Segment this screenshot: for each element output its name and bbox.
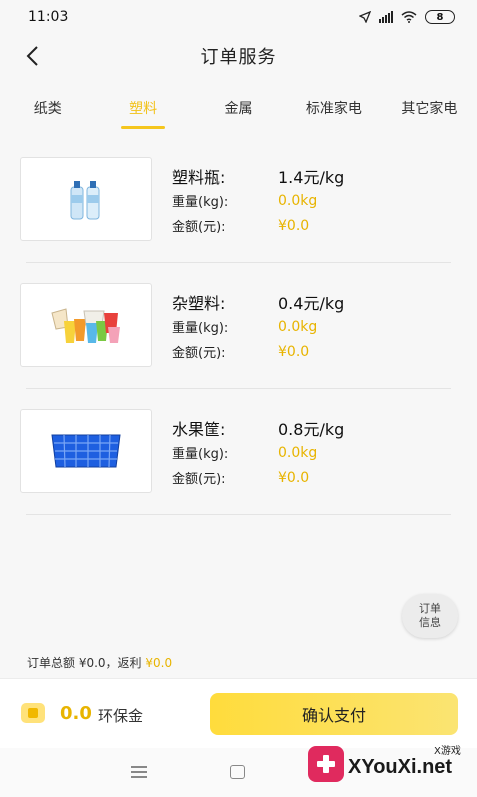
confirm-payment-button[interactable]: 确认支付 bbox=[210, 693, 458, 735]
tab-paper[interactable]: 纸类 bbox=[0, 88, 95, 132]
watermark-site: XYouXi.net bbox=[348, 756, 453, 778]
tab-other-appliances[interactable]: 其它家电 bbox=[382, 88, 477, 132]
gamepad-logo-icon bbox=[308, 746, 344, 782]
page-title: 订单服务 bbox=[200, 47, 277, 68]
blue-fruit-crate-image bbox=[20, 409, 152, 493]
product-item[interactable]: 水果筐: 0.8元/kg 重量(kg): 0.0kg 金额(元): ¥0.0 bbox=[0, 397, 477, 523]
eco-coin-icon bbox=[21, 703, 45, 723]
order-info-line2: 信息 bbox=[419, 616, 441, 629]
product-price: 0.8元/kg bbox=[278, 419, 345, 439]
order-total-text: 订单总额 ¥0.0，返利 bbox=[27, 656, 146, 670]
tab-plastic[interactable]: 塑料 bbox=[95, 88, 190, 132]
divider bbox=[26, 388, 451, 389]
signal-icon bbox=[379, 11, 393, 23]
plastic-bottles-image bbox=[20, 157, 152, 241]
home-icon[interactable] bbox=[230, 765, 245, 779]
category-tabs: 纸类 塑料 金属 标准家电 其它家电 bbox=[0, 88, 477, 132]
weight-label: 重量(kg): bbox=[172, 447, 229, 462]
chevron-left-icon bbox=[26, 46, 38, 66]
amount-label: 金额(元): bbox=[172, 472, 226, 487]
weight-value: 0.0kg bbox=[278, 444, 318, 461]
order-summary: 订单总额 ¥0.0，返利 ¥0.0 bbox=[27, 654, 172, 671]
battery-icon: 8 bbox=[425, 10, 455, 24]
weight-label: 重量(kg): bbox=[172, 195, 229, 210]
watermark-sub: X游戏 bbox=[434, 746, 461, 757]
amount-label: 金额(元): bbox=[172, 346, 226, 361]
tab-metal[interactable]: 金属 bbox=[191, 88, 286, 132]
status-bar: 11:03 8 bbox=[0, 0, 477, 34]
divider bbox=[26, 262, 451, 263]
eco-deposit-amount: 0.0 bbox=[60, 703, 92, 724]
product-info: 水果筐: 0.8元/kg 重量(kg): 0.0kg 金额(元): ¥0.0 bbox=[172, 415, 462, 490]
product-list: 塑料瓶: 1.4元/kg 重量(kg): 0.0kg 金额(元): ¥0.0 杂… bbox=[0, 145, 477, 523]
product-price: 0.4元/kg bbox=[278, 293, 345, 313]
product-name: 杂塑料: bbox=[172, 293, 226, 313]
menu-icon[interactable] bbox=[131, 766, 147, 778]
product-item[interactable]: 杂塑料: 0.4元/kg 重量(kg): 0.0kg 金额(元): ¥0.0 bbox=[0, 271, 477, 397]
product-item[interactable]: 塑料瓶: 1.4元/kg 重量(kg): 0.0kg 金额(元): ¥0.0 bbox=[0, 145, 477, 271]
back-button[interactable] bbox=[18, 42, 46, 70]
location-icon bbox=[359, 11, 371, 23]
status-time: 11:03 bbox=[28, 9, 69, 25]
order-info-button[interactable]: 订单 信息 bbox=[402, 594, 458, 638]
amount-value: ¥0.0 bbox=[278, 469, 310, 486]
product-price: 1.4元/kg bbox=[278, 167, 345, 187]
weight-value: 0.0kg bbox=[278, 192, 318, 209]
amount-label: 金额(元): bbox=[172, 220, 226, 235]
divider bbox=[26, 514, 451, 515]
weight-value: 0.0kg bbox=[278, 318, 318, 335]
amount-value: ¥0.0 bbox=[278, 217, 310, 234]
watermark: XYouXi.net X游戏 bbox=[302, 738, 477, 797]
weight-label: 重量(kg): bbox=[172, 321, 229, 336]
nav-bar: 订单服务 bbox=[0, 34, 477, 78]
amount-value: ¥0.0 bbox=[278, 343, 310, 360]
product-info: 杂塑料: 0.4元/kg 重量(kg): 0.0kg 金额(元): ¥0.0 bbox=[172, 289, 462, 364]
product-name: 水果筐: bbox=[172, 419, 226, 439]
tab-standard-appliances[interactable]: 标准家电 bbox=[286, 88, 381, 132]
wifi-icon bbox=[401, 11, 417, 23]
order-info-line1: 订单 bbox=[419, 602, 441, 615]
mixed-plastic-cups-image bbox=[20, 283, 152, 367]
status-icons: 8 bbox=[359, 10, 455, 24]
product-info: 塑料瓶: 1.4元/kg 重量(kg): 0.0kg 金额(元): ¥0.0 bbox=[172, 163, 462, 238]
eco-deposit-label: 环保金 bbox=[98, 707, 144, 725]
rebate-value: ¥0.0 bbox=[145, 656, 173, 670]
product-name: 塑料瓶: bbox=[172, 167, 226, 187]
